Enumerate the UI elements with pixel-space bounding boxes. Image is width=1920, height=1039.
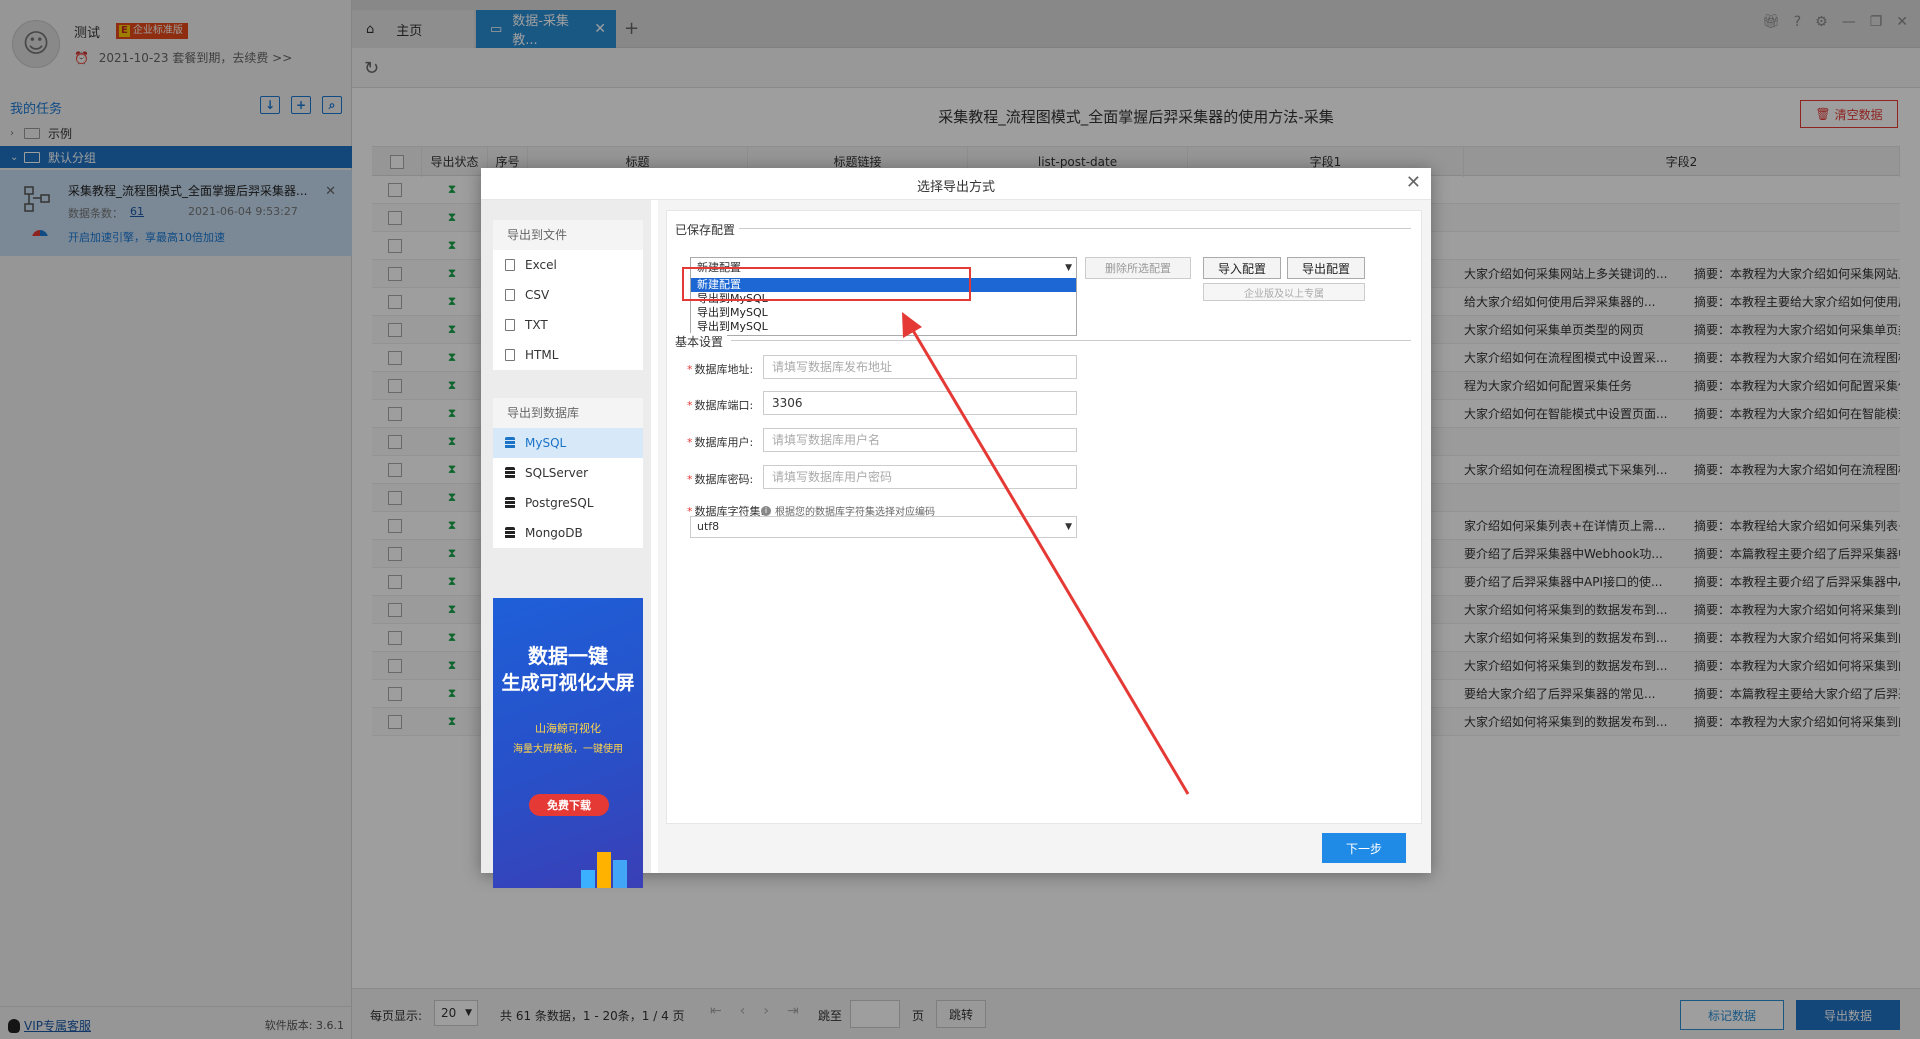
document-icon	[505, 259, 515, 271]
document-icon	[505, 319, 515, 331]
menu-item-mongodb[interactable]: MongoDB	[493, 518, 643, 548]
user-label: * 数据库用户:	[687, 436, 754, 449]
menu-item-mysql[interactable]: MySQL	[493, 428, 643, 458]
bar-chart-icon	[613, 860, 627, 888]
menu-item-sqlserver[interactable]: SQLServer	[493, 458, 643, 488]
import-config-button[interactable]: 导入配置	[1203, 257, 1281, 279]
promo-banner[interactable]: 数据一键 生成可视化大屏 山海鲸可视化 海量大屏模板，一键使用 免费下载	[493, 598, 643, 888]
menu-item-label: CSV	[525, 288, 550, 302]
promo-tagline: 海量大屏模板，一键使用	[513, 744, 623, 755]
menu-item-label: MySQL	[525, 436, 567, 450]
next-step-button[interactable]: 下一步	[1322, 833, 1406, 863]
export-config-button[interactable]: 导出配置	[1287, 257, 1365, 279]
database-icon	[505, 467, 515, 479]
database-export-group: 导出到数据库 MySQL SQLServer PostgreSQL MongoD…	[493, 398, 643, 548]
database-icon	[505, 527, 515, 539]
db-password-input[interactable]	[763, 465, 1077, 489]
file-export-group: 导出到文件 Excel CSV TXT HTML	[493, 220, 643, 370]
config-option[interactable]: 导出到MySQL	[691, 320, 1076, 334]
port-label: * 数据库端口:	[687, 399, 754, 412]
config-option[interactable]: 导出到MySQL	[691, 306, 1076, 320]
free-download-button[interactable]: 免费下载	[529, 794, 609, 816]
menu-item-label: Excel	[525, 258, 557, 272]
delete-config-button[interactable]: 删除所选配置	[1085, 257, 1191, 279]
database-icon	[505, 437, 515, 449]
promo-brand: 山海鲸可视化	[535, 722, 601, 735]
db-user-input[interactable]	[763, 428, 1077, 452]
charset-select[interactable]: utf8 ▼	[690, 516, 1077, 538]
password-label: * 数据库密码:	[687, 473, 754, 486]
host-label: * 数据库地址:	[687, 363, 754, 376]
dialog-title: 选择导出方式	[916, 180, 995, 195]
export-dialog: 选择导出方式 ✕ 导出到文件 Excel CSV TXT HTML 导出到数据库…	[481, 168, 1431, 888]
charset-value: utf8	[697, 520, 720, 533]
chevron-down-icon: ▼	[1065, 263, 1072, 273]
document-icon	[505, 349, 515, 361]
info-icon: i	[761, 505, 771, 516]
export-config-area: 已保存配置 新建配置 ▼ 新建配置 导出到MySQL 导出到MySQL 导出到M…	[658, 200, 1431, 873]
basic-settings-title: 基本设置	[675, 333, 728, 350]
document-icon	[505, 289, 515, 301]
annotation-highlight-box	[682, 267, 971, 301]
menu-item-txt[interactable]: TXT	[493, 310, 643, 340]
menu-item-label: TXT	[525, 318, 548, 332]
db-port-input[interactable]	[763, 391, 1077, 415]
saved-config-title: 已保存配置	[675, 221, 740, 238]
chevron-down-icon: ▼	[1065, 522, 1072, 532]
dialog-header: 选择导出方式 ✕	[481, 168, 1431, 200]
bar-chart-icon	[581, 870, 595, 888]
enterprise-hint: 企业版及以上专属	[1203, 283, 1365, 301]
promo-headline: 数据一键	[528, 644, 608, 668]
menu-item-label: MongoDB	[525, 526, 583, 540]
divider	[731, 340, 1411, 341]
menu-item-excel[interactable]: Excel	[493, 250, 643, 280]
menu-item-csv[interactable]: CSV	[493, 280, 643, 310]
bar-chart-icon	[597, 852, 611, 888]
group-title: 导出到文件	[493, 220, 643, 250]
menu-item-label: SQLServer	[525, 466, 589, 480]
database-icon	[505, 497, 515, 509]
menu-item-label: HTML	[525, 348, 559, 362]
config-panel: 已保存配置 新建配置 ▼ 新建配置 导出到MySQL 导出到MySQL 导出到M…	[666, 210, 1422, 824]
menu-item-postgresql[interactable]: PostgreSQL	[493, 488, 643, 518]
promo-headline-2: 生成可视化大屏	[501, 672, 635, 694]
close-icon[interactable]: ✕	[1406, 172, 1421, 193]
group-title: 导出到数据库	[493, 398, 643, 428]
divider	[731, 228, 1411, 229]
db-host-input[interactable]	[763, 355, 1077, 379]
export-type-menu: 导出到文件 Excel CSV TXT HTML 导出到数据库 MySQL SQ…	[481, 200, 651, 888]
menu-item-label: PostgreSQL	[525, 496, 594, 510]
menu-item-html[interactable]: HTML	[493, 340, 643, 370]
